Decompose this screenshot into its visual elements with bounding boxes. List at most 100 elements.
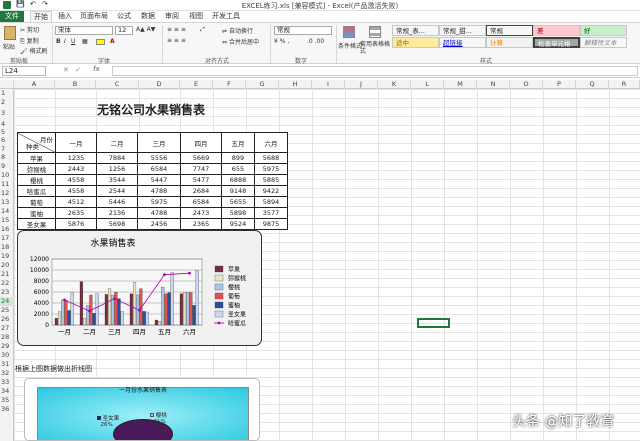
- row-header[interactable]: 4: [0, 120, 14, 128]
- number-format-select[interactable]: 常规: [274, 26, 332, 35]
- row-header[interactable]: 20: [0, 261, 14, 270]
- formula-input[interactable]: [112, 66, 638, 76]
- select-all-corner[interactable]: [0, 80, 14, 89]
- fruit-name-cell[interactable]: 哈蜜瓜: [17, 185, 56, 197]
- style-cell[interactable]: 差: [533, 25, 580, 36]
- style-cell[interactable]: 好: [580, 25, 627, 36]
- value-cell[interactable]: 5894: [254, 196, 288, 208]
- underline-icon[interactable]: U: [71, 38, 75, 45]
- style-cell[interactable]: 常规_表...: [392, 25, 439, 36]
- paste-button[interactable]: 粘贴: [3, 42, 15, 51]
- column-header-b[interactable]: B: [55, 80, 96, 89]
- row-header[interactable]: 19: [0, 252, 14, 261]
- row-header[interactable]: 7: [0, 145, 14, 153]
- row-header[interactable]: 34: [0, 387, 14, 396]
- corner-cell[interactable]: 月份 种类: [17, 132, 56, 153]
- column-header-o[interactable]: O: [510, 80, 543, 89]
- month-header[interactable]: 四月: [180, 132, 222, 153]
- wrap-text-button[interactable]: ⇌ 自动换行: [222, 26, 253, 35]
- month-header[interactable]: 二月: [96, 132, 138, 153]
- style-cell[interactable]: 检查单元格: [533, 37, 580, 48]
- value-cell[interactable]: 6888: [221, 174, 255, 186]
- value-cell[interactable]: 4558: [55, 174, 97, 186]
- tab-data[interactable]: 数据: [141, 11, 155, 22]
- fruit-name-cell[interactable]: 苹果: [17, 152, 56, 164]
- row-header[interactable]: 13: [0, 198, 14, 207]
- row-header[interactable]: 35: [0, 396, 14, 405]
- value-cell[interactable]: 5698: [96, 218, 138, 230]
- value-cell[interactable]: 5556: [137, 152, 181, 164]
- conditional-format-icon[interactable]: [343, 26, 355, 38]
- column-header-a[interactable]: A: [14, 80, 55, 89]
- row-header[interactable]: 32: [0, 369, 14, 378]
- row-header[interactable]: 18: [0, 243, 14, 252]
- value-cell[interactable]: 2365: [180, 218, 222, 230]
- cancel-icon[interactable]: ✕: [63, 66, 69, 74]
- value-cell[interactable]: 5477: [180, 174, 222, 186]
- value-cell[interactable]: 9875: [254, 218, 288, 230]
- value-cell[interactable]: 899: [221, 152, 255, 164]
- paste-icon[interactable]: [4, 26, 16, 40]
- fruit-name-cell[interactable]: 弥猴桃: [17, 163, 56, 175]
- row-header[interactable]: 15: [0, 216, 14, 225]
- value-cell[interactable]: 6584: [137, 163, 181, 175]
- pie-chart[interactable]: 一月份水果销售表 圣女果 26% 樱桃 21%: [24, 378, 260, 441]
- grow-font-icon[interactable]: A▲ A▼: [136, 26, 155, 33]
- fruit-name-cell[interactable]: 樱桃: [17, 174, 56, 186]
- column-header-e[interactable]: E: [180, 80, 213, 89]
- currency-icon[interactable]: ¥ % ,: [274, 38, 289, 45]
- column-header-i[interactable]: I: [312, 80, 345, 89]
- value-cell[interactable]: 4512: [55, 196, 97, 208]
- column-header-n[interactable]: N: [477, 80, 510, 89]
- column-header-q[interactable]: Q: [576, 80, 609, 89]
- row-header[interactable]: 30: [0, 351, 14, 360]
- table-format-button[interactable]: 套用表格格式: [360, 41, 390, 55]
- value-cell[interactable]: 5688: [254, 152, 288, 164]
- value-cell[interactable]: 7884: [96, 152, 138, 164]
- column-header-f[interactable]: F: [213, 80, 246, 89]
- row-header[interactable]: 27: [0, 324, 14, 333]
- value-cell[interactable]: 2473: [180, 207, 222, 219]
- value-cell[interactable]: 5669: [180, 152, 222, 164]
- month-header[interactable]: 五月: [221, 132, 255, 153]
- value-cell[interactable]: 5655: [221, 196, 255, 208]
- tab-developer[interactable]: 开发工具: [212, 11, 240, 22]
- value-cell[interactable]: 4788: [137, 207, 181, 219]
- merge-center-button[interactable]: ⇔ 合并后居中: [222, 37, 259, 46]
- table-format-icon[interactable]: [369, 26, 381, 38]
- row-header[interactable]: 1: [0, 89, 14, 98]
- value-cell[interactable]: 5975: [137, 196, 181, 208]
- style-cell[interactable]: 超链接: [439, 37, 486, 48]
- row-header[interactable]: 17: [0, 234, 14, 243]
- value-cell[interactable]: 2684: [180, 185, 222, 197]
- column-header-d[interactable]: D: [139, 80, 180, 89]
- row-header[interactable]: 16: [0, 225, 14, 234]
- copy-button[interactable]: ⎘ 复制: [20, 36, 39, 46]
- border-icon[interactable]: ▦: [82, 38, 88, 45]
- value-cell[interactable]: 1256: [96, 163, 138, 175]
- orientation-icon[interactable]: ⤢: [200, 26, 205, 34]
- value-cell[interactable]: 2456: [137, 218, 181, 230]
- value-cell[interactable]: 9524: [221, 218, 255, 230]
- value-cell[interactable]: 4558: [55, 185, 97, 197]
- row-header[interactable]: 24: [0, 297, 14, 306]
- value-cell[interactable]: 9422: [254, 185, 288, 197]
- tab-file[interactable]: 文件: [0, 11, 24, 22]
- value-cell[interactable]: 7747: [180, 163, 222, 175]
- conditional-format-button[interactable]: 条件格式: [338, 41, 362, 50]
- value-cell[interactable]: 2544: [96, 185, 138, 197]
- value-cell[interactable]: 5898: [221, 207, 255, 219]
- value-cell[interactable]: 4788: [137, 185, 181, 197]
- row-header[interactable]: 28: [0, 333, 14, 342]
- row-header[interactable]: 21: [0, 270, 14, 279]
- font-color-icon[interactable]: A: [110, 38, 115, 45]
- column-header-g[interactable]: G: [246, 80, 279, 89]
- row-header[interactable]: 36: [0, 405, 14, 414]
- row-header[interactable]: 6: [0, 136, 14, 145]
- selected-cell[interactable]: [417, 318, 450, 328]
- enter-icon[interactable]: ✓: [75, 66, 81, 74]
- row-header[interactable]: 10: [0, 171, 14, 180]
- row-header[interactable]: 23: [0, 288, 14, 297]
- fruit-name-cell[interactable]: 葡萄: [17, 196, 56, 208]
- month-header[interactable]: 六月: [254, 132, 288, 153]
